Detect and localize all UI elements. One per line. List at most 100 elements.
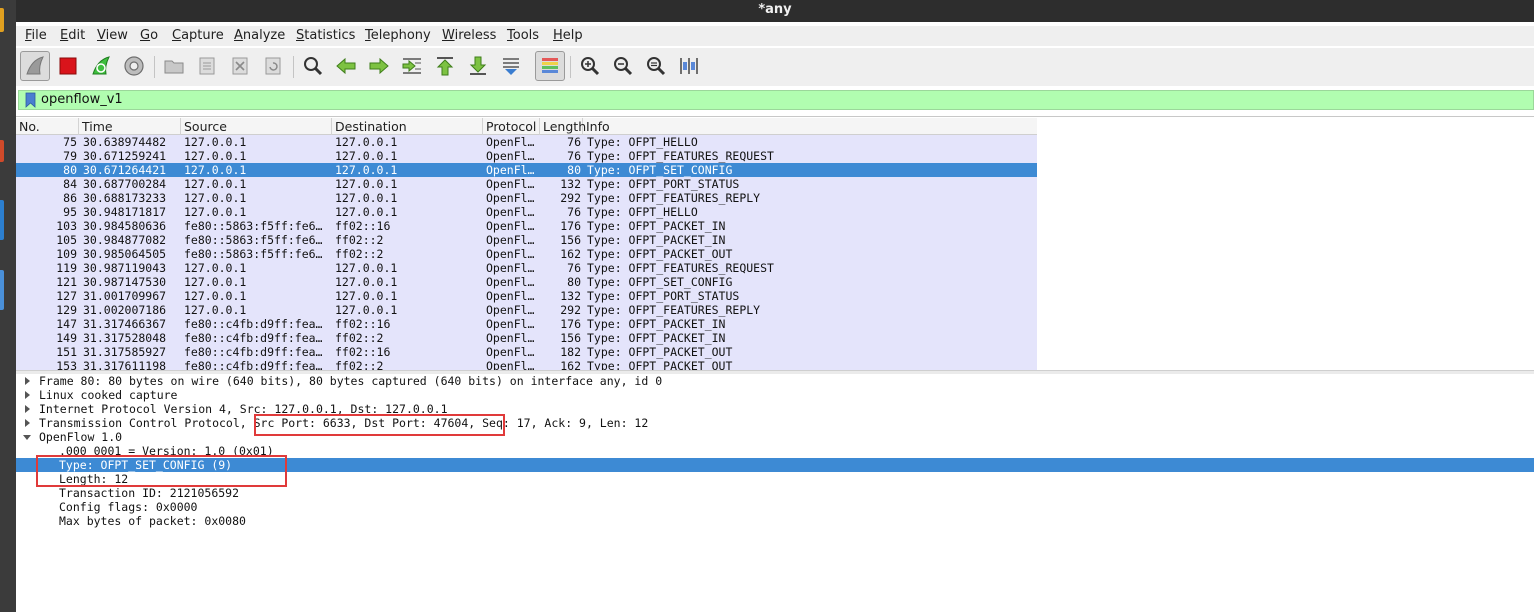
table-row[interactable]: 149 31.317528048 fe80::c4fb:d9ff:fea… ff02:… — [16, 331, 1037, 345]
cell-destination: 127.0.0.1 — [335, 135, 398, 149]
save-file-button[interactable] — [192, 51, 222, 81]
menu-help[interactable]: Help — [553, 28, 583, 44]
menu-capture[interactable]: Capture — [172, 28, 224, 44]
go-last-packet-button[interactable] — [463, 51, 493, 81]
column-header-info[interactable]: Info — [583, 118, 1037, 135]
packet-list-rows: 75 30.638974482 127.0.0.1 127.0.0.1 OpenFl… 7… — [16, 135, 1037, 370]
tree-item-label: Frame 80: 80 bytes on wire (640 bits), 8… — [39, 374, 663, 388]
open-file-icon — [164, 60, 184, 74]
cell-length: 156 — [560, 331, 581, 345]
table-row[interactable]: 119 30.987119043 127.0.0.1 127.0.0.1 OpenFl…… — [16, 261, 1037, 275]
table-row[interactable]: 109 30.985064505 fe80::5863:f5ff:fe6… ff02:… — [16, 247, 1037, 261]
column-header-time[interactable]: Time — [79, 118, 181, 135]
tree-expand-icon[interactable] — [23, 377, 31, 385]
table-row[interactable]: 84 30.687700284 127.0.0.1 127.0.0.1 OpenFl… 1… — [16, 177, 1037, 191]
restart-capture-button[interactable] — [86, 51, 116, 81]
table-row[interactable]: 129 31.002007186 127.0.0.1 127.0.0.1 OpenFl…… — [16, 303, 1037, 317]
find-packet-button[interactable] — [298, 51, 328, 81]
capture-options-button[interactable] — [119, 51, 149, 81]
cell-protocol: OpenFl… — [486, 205, 535, 219]
tree-item-label: Config flags: 0x0000 — [59, 500, 198, 514]
tree-item[interactable]: Transmission Control Protocol, Src Port:… — [16, 416, 1534, 430]
table-row[interactable]: 95 30.948171817 127.0.0.1 127.0.0.1 OpenFl… 7… — [16, 205, 1037, 219]
menu-statistics[interactable]: Statistics — [296, 28, 355, 44]
tree-expand-icon[interactable] — [23, 405, 31, 413]
reload-file-button[interactable] — [258, 51, 288, 81]
tree-item[interactable]: Transaction ID: 2121056592 — [16, 486, 1534, 500]
display-filter-bar[interactable]: openflow_v1 — [18, 90, 1534, 110]
zoom-out-button[interactable] — [608, 51, 638, 81]
tree-item-label: Internet Protocol Version 4, Src: 127.0.… — [39, 402, 448, 416]
table-row[interactable]: 80 30.671264421 127.0.0.1 127.0.0.1 OpenFl… 8… — [16, 163, 1037, 177]
go-forward-button[interactable] — [364, 51, 394, 81]
cell-time: 31.317611198 — [83, 359, 167, 370]
autoscroll-button[interactable] — [496, 51, 526, 81]
cell-time: 31.002007186 — [83, 303, 167, 317]
wireshark-window: *any File Edit View Go Capture Analyze S… — [16, 0, 1534, 612]
column-header-source[interactable]: Source — [181, 118, 332, 135]
close-file-icon — [232, 57, 248, 75]
zoom-in-button[interactable] — [575, 51, 605, 81]
tree-item[interactable]: Type: OFPT_SET_CONFIG (9) — [16, 458, 1534, 472]
go-first-packet-button[interactable] — [430, 51, 460, 81]
find-packet-icon — [304, 57, 323, 76]
cell-source: fe80::c4fb:d9ff:fea… — [184, 359, 323, 370]
cell-destination: ff02::2 — [335, 331, 384, 345]
column-header-protocol[interactable]: Protocol — [483, 118, 540, 135]
packet-list[interactable]: No. Time Source Destination Protocol Len… — [16, 116, 1534, 370]
cell-destination: 127.0.0.1 — [335, 275, 398, 289]
display-filter-input[interactable]: openflow_v1 — [41, 92, 123, 108]
cell-length: 162 — [560, 359, 581, 370]
tree-collapse-icon[interactable] — [23, 433, 31, 441]
tree-item[interactable]: Max bytes of packet: 0x0080 — [16, 514, 1534, 528]
packet-details-tree[interactable]: Frame 80: 80 bytes on wire (640 bits), 8… — [16, 374, 1534, 612]
open-file-button[interactable] — [159, 51, 189, 81]
column-header-length[interactable]: Length — [540, 118, 586, 135]
column-header-destination[interactable]: Destination — [332, 118, 483, 135]
menu-analyze[interactable]: Analyze — [234, 28, 285, 44]
tree-item[interactable]: Length: 12 — [16, 472, 1534, 486]
menu-telephony[interactable]: Telephony — [365, 28, 431, 44]
table-row[interactable]: 105 30.984877082 fe80::5863:f5ff:fe6… ff02:… — [16, 233, 1037, 247]
tree-item[interactable]: Frame 80: 80 bytes on wire (640 bits), 8… — [16, 374, 1534, 388]
cell-destination: ff02::2 — [335, 359, 384, 370]
normal-size-button[interactable] — [641, 51, 671, 81]
tree-item[interactable]: OpenFlow 1.0 — [16, 430, 1534, 444]
menu-edit[interactable]: Edit — [60, 28, 85, 44]
table-row[interactable]: 153 31.317611198 fe80::c4fb:d9ff:fea… ff02:… — [16, 359, 1037, 370]
cell-source: fe80::5863:f5ff:fe6… — [184, 233, 323, 247]
tree-item[interactable]: Linux cooked capture — [16, 388, 1534, 402]
table-row[interactable]: 151 31.317585927 fe80::c4fb:d9ff:fea… ff02:… — [16, 345, 1037, 359]
table-row[interactable]: 127 31.001709967 127.0.0.1 127.0.0.1 OpenFl…… — [16, 289, 1037, 303]
tree-expand-icon[interactable] — [23, 419, 31, 427]
close-file-button[interactable] — [225, 51, 255, 81]
cell-length: 182 — [560, 345, 581, 359]
colorize-button[interactable] — [535, 51, 565, 81]
table-row[interactable]: 79 30.671259241 127.0.0.1 127.0.0.1 OpenFl… 7… — [16, 149, 1037, 163]
resize-columns-button[interactable] — [674, 51, 704, 81]
start-capture-button[interactable] — [20, 51, 50, 81]
menu-file[interactable]: File — [25, 28, 47, 44]
cell-no: 151 — [56, 345, 77, 359]
go-back-button[interactable] — [331, 51, 361, 81]
cell-protocol: OpenFl… — [486, 219, 535, 233]
tree-item[interactable]: Internet Protocol Version 4, Src: 127.0.… — [16, 402, 1534, 416]
menu-view[interactable]: View — [97, 28, 128, 44]
bookmark-icon[interactable] — [23, 92, 39, 108]
table-row[interactable]: 121 30.987147530 127.0.0.1 127.0.0.1 OpenFl…… — [16, 275, 1037, 289]
go-to-packet-button[interactable] — [397, 51, 427, 81]
tree-item[interactable]: Config flags: 0x0000 — [16, 500, 1534, 514]
menu-wireless[interactable]: Wireless — [442, 28, 496, 44]
table-row[interactable]: 86 30.688173233 127.0.0.1 127.0.0.1 OpenFl… 2… — [16, 191, 1037, 205]
cell-time: 30.985064505 — [83, 247, 167, 261]
tree-expand-icon[interactable] — [23, 391, 31, 399]
table-row[interactable]: 75 30.638974482 127.0.0.1 127.0.0.1 OpenFl… 7… — [16, 135, 1037, 149]
table-row[interactable]: 103 30.984580636 fe80::5863:f5ff:fe6… ff02:… — [16, 219, 1037, 233]
menu-tools[interactable]: Tools — [507, 28, 539, 44]
table-row[interactable]: 147 31.317466367 fe80::c4fb:d9ff:fea… ff02:… — [16, 317, 1037, 331]
stop-capture-button[interactable] — [53, 51, 83, 81]
cell-protocol: OpenFl… — [486, 191, 535, 205]
menu-go[interactable]: Go — [140, 28, 158, 44]
column-header-no[interactable]: No. — [16, 118, 79, 135]
tree-item[interactable]: .000 0001 = Version: 1.0 (0x01) — [16, 444, 1534, 458]
